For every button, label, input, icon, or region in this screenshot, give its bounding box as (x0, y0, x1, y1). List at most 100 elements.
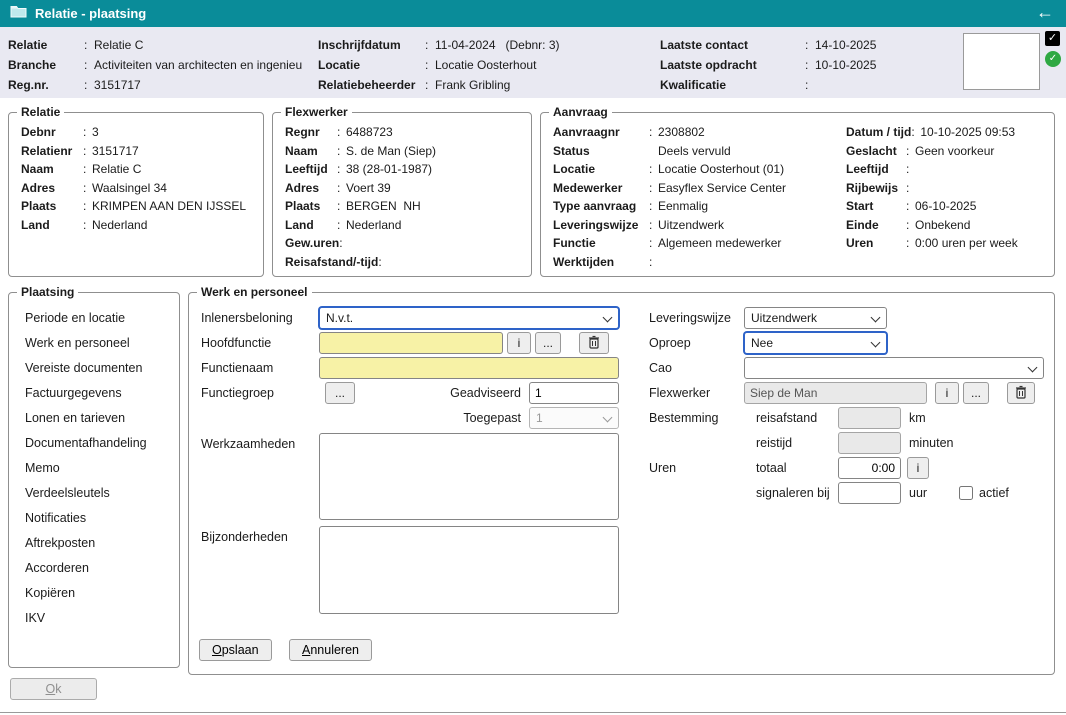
row-value: 3151717 (92, 144, 139, 158)
flexwerker-delete-button[interactable] (1007, 382, 1035, 404)
annuleren-button[interactable]: Annuleren (289, 639, 372, 661)
row-label: Start (846, 199, 906, 213)
row-label: Kwalificatie (660, 78, 805, 92)
row-value: 38 (28-01-1987) (346, 162, 432, 176)
totaal-info-button[interactable]: i (907, 457, 929, 479)
aanvraag-row-status: StatusDeels vervuld (553, 142, 786, 161)
row-separator: : (649, 162, 658, 176)
sidebar-item-factuurgegevens[interactable]: Factuurgegevens (9, 381, 175, 406)
toegepast-select: 1 (529, 407, 619, 429)
signaleren-bij-input[interactable] (838, 482, 901, 504)
flexwerker-row-plaats: Plaats:BERGEN NH (285, 197, 436, 216)
row-label: Adres (21, 181, 83, 195)
flexwerker-row-reisafstand: Reisafstand/-tijd: (285, 253, 436, 272)
oproep-label: Oproep (649, 332, 691, 354)
hoofdfunctie-label: Hoofdfunctie (201, 332, 271, 354)
header-row-locatie: Locatie:Locatie Oosterhout (318, 55, 560, 75)
row-separator: : (649, 125, 658, 139)
flexwerker-info-button[interactable]: i (935, 382, 959, 404)
row-separator: : (84, 58, 94, 72)
row-separator: : (84, 78, 94, 92)
toegepast-selected-value: 1 (536, 411, 543, 425)
functiegroep-browse-button[interactable]: ... (325, 382, 355, 404)
row-value: 06-10-2025 (915, 199, 976, 213)
leveringswijze-select[interactable]: Uitzendwerk (744, 307, 887, 329)
header-summary: Relatie:Relatie C Branche:Activiteiten v… (0, 27, 1066, 98)
opslaan-button[interactable]: Opslaan (199, 639, 272, 661)
row-separator: : (649, 199, 658, 213)
back-arrow-icon[interactable]: ← (1036, 2, 1054, 23)
hoofdfunctie-browse-button[interactable]: ... (535, 332, 561, 354)
signaleren-bij-label: signaleren bij (756, 482, 830, 504)
hoofdfunctie-delete-button[interactable] (579, 332, 609, 354)
sidebar-item-periode-en-locatie[interactable]: Periode en locatie (9, 306, 175, 331)
row-label: Functie (553, 236, 649, 250)
oproep-select[interactable]: Nee (744, 332, 887, 354)
reistijd-label: reistijd (756, 432, 792, 454)
sidebar-item-aftrekposten[interactable]: Aftrekposten (9, 531, 175, 556)
sidebar-item-notificaties[interactable]: Notificaties (9, 506, 175, 531)
row-separator: : (906, 144, 915, 158)
aanvraag-row-type: Type aanvraag:Eenmalig (553, 197, 786, 216)
row-value: Onbekend (915, 218, 970, 232)
row-label: Leeftijd (846, 162, 906, 176)
row-value: Geen voorkeur (915, 144, 994, 158)
flexwerker-browse-button[interactable]: ... (963, 382, 989, 404)
row-value: Deels vervuld (658, 144, 731, 158)
actief-checkbox[interactable] (959, 486, 973, 500)
row-label: Laatste contact (660, 38, 805, 52)
row-separator: : (911, 125, 920, 139)
reisafstand-unit: km (909, 407, 926, 429)
row-separator: : (906, 236, 915, 250)
aanvraag-row-leveringswijze: Leveringswijze:Uitzendwerk (553, 216, 786, 235)
werkzaamheden-textarea[interactable] (319, 433, 619, 520)
flexwerker-row-gewuren: Gew.uren: (285, 234, 436, 253)
row-value: 11-04-2024 (Debnr: 3) (435, 38, 560, 52)
row-separator: : (425, 38, 435, 52)
trash-icon (588, 335, 600, 352)
window-title: Relatie - plaatsing (35, 6, 146, 21)
row-label: Locatie (553, 162, 649, 176)
header-row-relatiebeheerder: Relatiebeheerder:Frank Gribling (318, 75, 560, 95)
row-label: Plaats (21, 199, 83, 213)
relatie-panel-legend: Relatie (17, 105, 64, 119)
hoofdfunctie-input[interactable] (319, 332, 503, 354)
functienaam-input[interactable] (319, 357, 619, 379)
sidebar-item-lonen-en-tarieven[interactable]: Lonen en tarieven (9, 406, 175, 431)
trash-icon (1015, 385, 1027, 402)
sidebar-item-werk-en-personeel[interactable]: Werk en personeel (9, 331, 175, 356)
totaal-label: totaal (756, 457, 787, 479)
cao-select[interactable] (744, 357, 1044, 379)
folder-icon (10, 4, 27, 23)
sidebar-item-documentafhandeling[interactable]: Documentafhandeling (9, 431, 175, 456)
cao-label: Cao (649, 357, 672, 379)
header-row-laatste-contact: Laatste contact:14-10-2025 (660, 35, 876, 55)
row-separator: : (906, 218, 915, 232)
row-value: BERGEN NH (346, 199, 421, 213)
hoofdfunctie-info-button[interactable]: i (507, 332, 531, 354)
row-label: Inschrijfdatum (318, 38, 425, 52)
totaal-input[interactable] (838, 457, 901, 479)
sidebar-item-kopieren[interactable]: Kopiëren (9, 581, 175, 606)
row-separator: : (337, 144, 346, 158)
geadviseerd-input[interactable] (529, 382, 619, 404)
aanvraag-row-leeftijd: Leeftijd: (846, 160, 1018, 179)
inlenersbeloning-select[interactable]: N.v.t. (319, 307, 619, 329)
sidebar-item-memo[interactable]: Memo (9, 456, 175, 481)
aanvraag-row-functie: Functie:Algemeen medewerker (553, 234, 786, 253)
ok-button[interactable]: Ok (10, 678, 97, 700)
bijzonderheden-textarea[interactable] (319, 526, 619, 614)
sidebar-item-ikv[interactable]: IKV (9, 606, 175, 631)
sidebar-item-vereiste-documenten[interactable]: Vereiste documenten (9, 356, 175, 381)
relatie-row-debnr: Debnr:3 (21, 123, 246, 142)
relatie-row-plaats: Plaats:KRIMPEN AAN DEN IJSSEL (21, 197, 246, 216)
row-separator: : (83, 218, 92, 232)
sidebar-item-verdeelsleutels[interactable]: Verdeelsleutels (9, 481, 175, 506)
annuleren-button-label: Annuleren (302, 643, 359, 657)
row-value: Locatie Oosterhout (435, 58, 536, 72)
row-label: Relatie (8, 38, 84, 52)
sidebar-item-accorderen[interactable]: Accorderen (9, 556, 175, 581)
header-checkbox[interactable]: ✓ (1045, 31, 1060, 46)
row-value: 10-10-2025 (815, 58, 876, 72)
header-row-branche: Branche:Activiteiten van architecten en … (8, 55, 302, 75)
